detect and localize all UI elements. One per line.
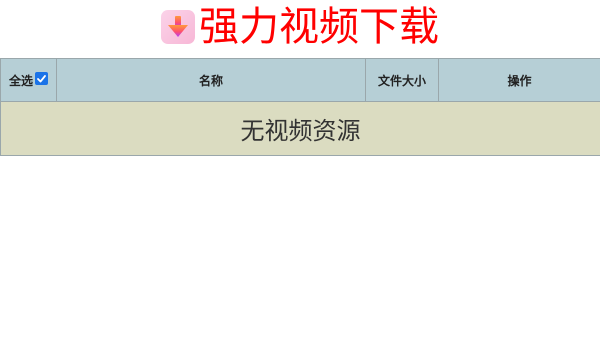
select-all-column-header[interactable]: 全选 (0, 58, 57, 102)
column-header-name: 名称 (56, 58, 366, 102)
video-table: 全选 名称 文件大小 操作 无视频资源 (0, 58, 600, 156)
download-arrow-icon (161, 10, 195, 44)
column-header-size: 文件大小 (365, 58, 439, 102)
column-header-action: 操作 (438, 58, 600, 102)
select-all-checkbox[interactable] (35, 71, 48, 85)
empty-row: 无视频资源 (0, 101, 600, 156)
empty-message: 无视频资源 (0, 101, 600, 156)
table-header-row: 全选 名称 文件大小 操作 (0, 58, 600, 102)
checkmark-icon (37, 74, 46, 82)
app-header: 强力视频下载 (0, 0, 600, 58)
select-all-label: 全选 (8, 73, 33, 88)
app-title: 强力视频下载 (199, 4, 439, 50)
